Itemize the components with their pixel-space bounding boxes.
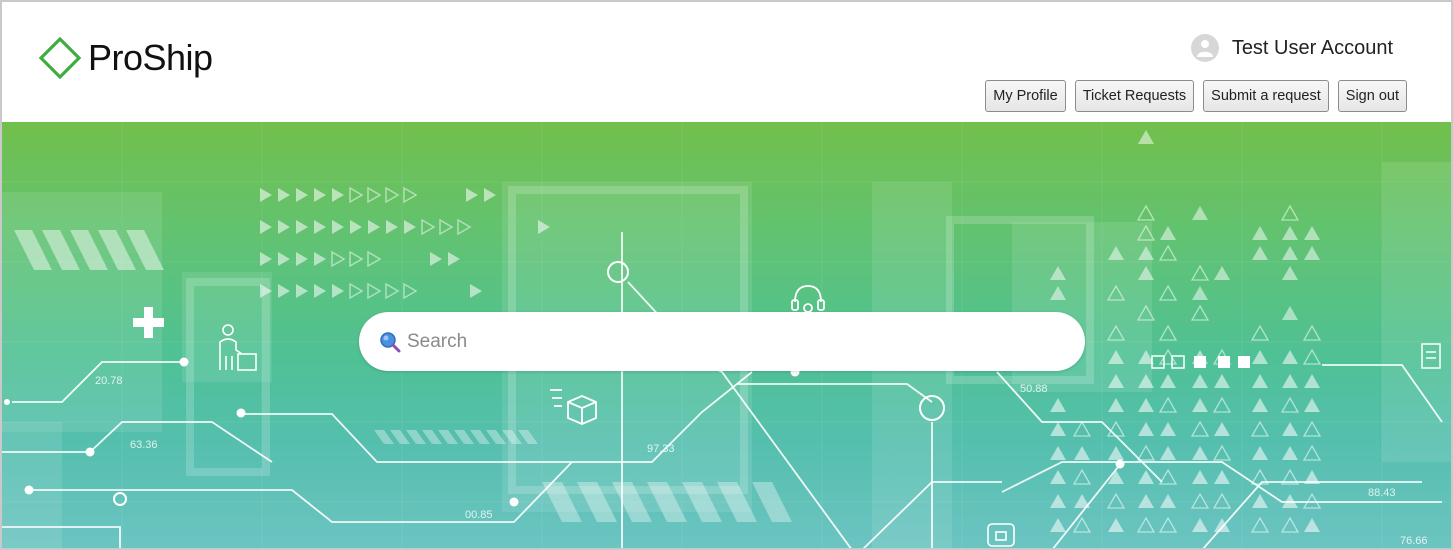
bg-number-2: 63.36 [130,439,158,451]
hero-banner: 20.78 63.36 00.85 97.33 50.88 88.43 76.6… [2,122,1451,548]
page-frame: ProShip Test User Account My Profile Tic… [0,0,1453,550]
sign-out-button[interactable]: Sign out [1337,80,1407,112]
bg-number-7: 76.66 [1400,535,1428,547]
site-header: ProShip Test User Account My Profile Tic… [2,2,1451,122]
diamond-logo-icon [38,36,82,80]
bg-number-5: 50.88 [1020,383,1048,395]
search-input[interactable] [405,329,1085,354]
search-bar[interactable] [359,312,1085,371]
my-profile-button[interactable]: My Profile [985,80,1066,112]
headset-icon [791,285,825,313]
user-account[interactable]: Test User Account [1190,34,1393,62]
avatar-icon [1190,34,1219,62]
user-name: Test User Account [1231,36,1393,59]
proship-logo[interactable]: ProShip [38,28,213,88]
logo-text: ProShip [88,37,213,78]
header-nav: My Profile Ticket Requests Submit a requ… [985,80,1407,112]
bg-number-4: 97.33 [647,443,675,455]
bg-number-6: 88.43 [1368,487,1396,499]
search-icon [380,331,401,352]
bg-number-3: 00.85 [465,509,493,521]
submit-request-button[interactable]: Submit a request [1203,80,1329,112]
bg-number-1: 20.78 [95,375,123,387]
ticket-requests-button[interactable]: Ticket Requests [1074,80,1195,112]
